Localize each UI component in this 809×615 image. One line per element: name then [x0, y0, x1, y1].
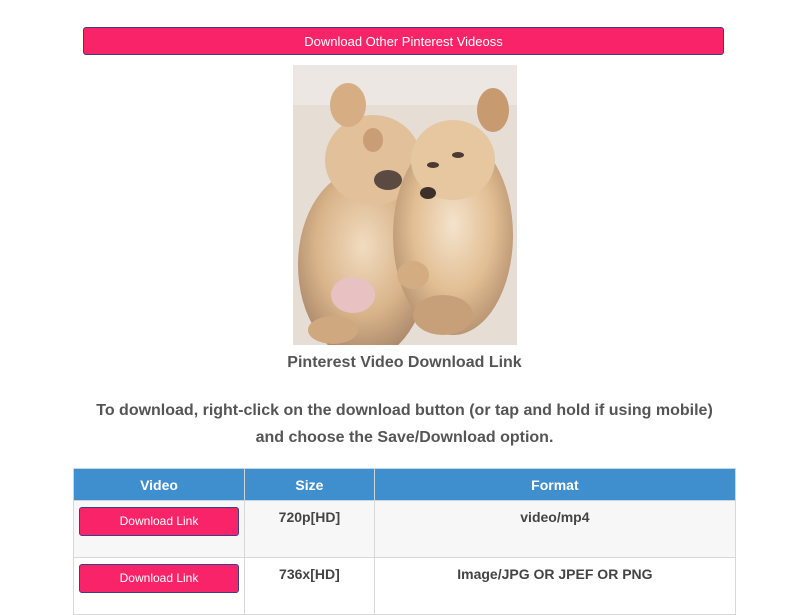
download-other-videos-button[interactable]: Download Other Pinterest Videoss	[83, 27, 724, 55]
size-cell: 736x[HD]	[244, 557, 375, 615]
video-thumbnail[interactable]	[293, 65, 517, 345]
header-size: Size	[244, 468, 375, 501]
puppies-image	[293, 65, 517, 345]
size-cell: 720p[HD]	[244, 500, 375, 558]
video-cell: Download Link	[73, 500, 245, 558]
header-format: Format	[373, 468, 737, 501]
table-row: Download Link 720p[HD] video/mp4	[73, 500, 737, 558]
download-table: Video Size Format Download Link 720p[HD]…	[73, 468, 737, 615]
video-caption: Pinterest Video Download Link	[287, 354, 522, 371]
table-row: Download Link 736x[HD] Image/JPG OR JPEF…	[73, 557, 737, 615]
download-instructions: To download, right-click on the download…	[96, 402, 713, 446]
video-cell: Download Link	[73, 557, 245, 615]
table-header-row: Video Size Format	[73, 468, 737, 501]
header-video: Video	[73, 468, 245, 501]
download-link-button[interactable]: Download Link	[79, 507, 239, 536]
format-cell: Image/JPG OR JPEF OR PNG	[373, 557, 737, 615]
format-cell: video/mp4	[373, 500, 737, 558]
download-link-button[interactable]: Download Link	[79, 564, 239, 593]
